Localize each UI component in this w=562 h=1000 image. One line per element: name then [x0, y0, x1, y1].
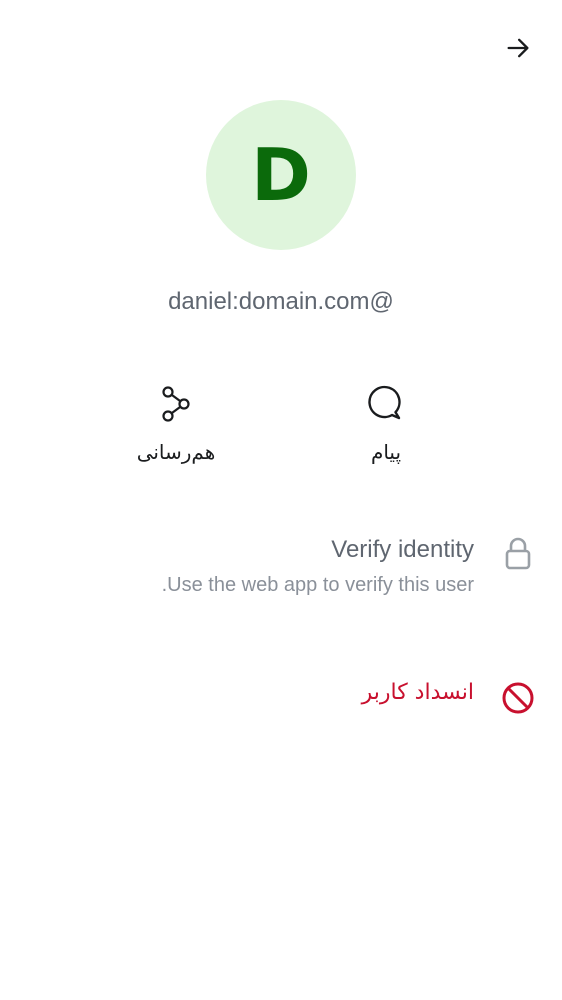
share-button[interactable]: هم‌رسانی: [106, 380, 246, 464]
arrow-right-icon: [504, 34, 532, 67]
message-button[interactable]: پیام: [316, 380, 456, 464]
block-user-label: انسداد کاربر: [361, 680, 474, 705]
avatar-initial: D: [251, 133, 311, 217]
message-bubble-icon: [366, 380, 406, 428]
share-icon: [156, 380, 196, 428]
lock-icon: [500, 536, 536, 572]
share-label: هم‌رسانی: [136, 440, 216, 464]
block-icon: [500, 680, 536, 716]
block-user-button[interactable]: انسداد کاربر: [0, 676, 562, 716]
verify-title: Verify identity: [331, 536, 474, 563]
avatar: D: [206, 100, 356, 250]
verify-identity-row: Verify identity Use the web app to verif…: [0, 536, 562, 636]
user-id: @daniel:domain.com: [168, 288, 394, 315]
verify-description: Use the web app to verify this user.: [161, 574, 474, 596]
back-button[interactable]: [498, 30, 538, 70]
message-label: پیام: [370, 440, 402, 464]
